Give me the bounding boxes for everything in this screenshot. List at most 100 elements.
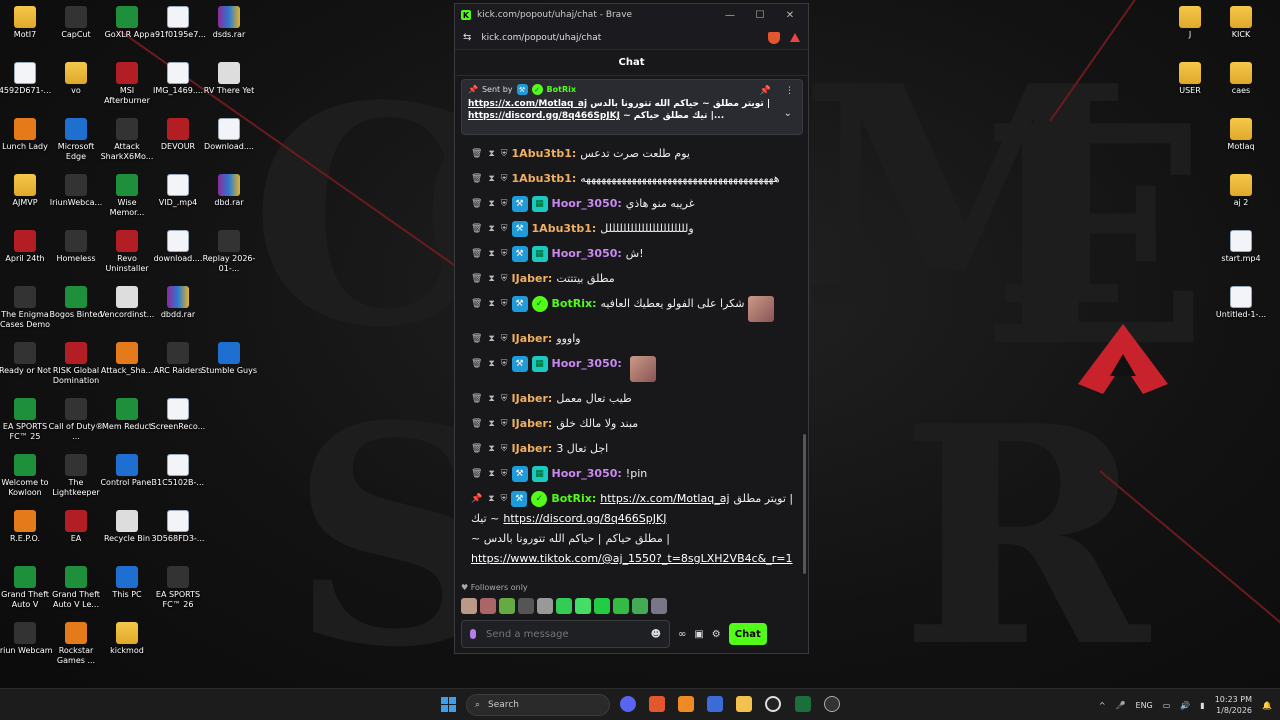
desktop-icon[interactable]: This PC <box>99 560 155 600</box>
desktop-icon[interactable]: USER <box>1162 56 1218 96</box>
timeout-icon[interactable]: ⧗ <box>488 271 494 287</box>
desktop-icon[interactable]: J <box>1162 0 1218 40</box>
ban-icon[interactable]: ⛨ <box>501 466 508 482</box>
desktop-icon[interactable]: Lunch Lady <box>0 112 53 152</box>
desktop-icon[interactable]: Untitled-1-... <box>1213 280 1269 320</box>
taskbar-search[interactable]: ⌕ Search <box>466 694 610 716</box>
chat-username[interactable]: IJaber: <box>512 441 553 457</box>
timeout-icon[interactable]: ⧗ <box>488 416 494 432</box>
trash-icon[interactable]: 🗑 <box>471 356 482 372</box>
desktop-icon[interactable]: 31C5102B-... <box>150 448 206 488</box>
desktop-icon[interactable]: AJMVP <box>0 168 53 208</box>
timeout-icon[interactable]: ⧗ <box>488 331 494 347</box>
desktop-icon[interactable]: MotI7 <box>0 0 53 40</box>
message-link-x[interactable]: https://x.com/Motlaq_aj <box>600 491 729 507</box>
chat-username[interactable]: BotRix: <box>551 491 596 507</box>
url-field[interactable]: kick.com/popout/uhaj/chat <box>481 33 758 43</box>
chat-username[interactable]: IJaber: <box>512 416 553 432</box>
brave-rewards-icon[interactable] <box>790 33 800 42</box>
desktop-icon[interactable]: EA <box>48 504 104 544</box>
desktop-icon[interactable]: Download.... <box>201 112 257 152</box>
desktop-icon[interactable]: download.... <box>150 224 206 264</box>
desktop-icon[interactable]: kickmod <box>99 616 155 656</box>
desktop-icon[interactable]: dbd.rar <box>201 168 257 208</box>
trash-icon[interactable]: 🗑 <box>471 221 482 237</box>
desktop-icon[interactable]: IMG_1469.... <box>150 56 206 96</box>
chat-scrollbar[interactable] <box>803 434 806 574</box>
timeout-icon[interactable]: ⧗ <box>488 196 494 212</box>
desktop-icon[interactable]: Grand Theft Auto V <box>0 560 53 610</box>
microphone-tray-icon[interactable]: 🎤 <box>1116 701 1126 710</box>
ban-icon[interactable]: ⛨ <box>501 171 508 187</box>
emote-icon[interactable] <box>537 598 553 614</box>
emote-icon[interactable] <box>499 598 515 614</box>
language-indicator[interactable]: ENG <box>1136 701 1153 710</box>
network-icon[interactable]: ▭ <box>1163 701 1171 710</box>
emote-icon[interactable] <box>651 598 667 614</box>
community-goals-icon[interactable]: ∞ <box>678 629 686 640</box>
chat-username[interactable]: 1Abu3tb1: <box>512 171 577 187</box>
goxlr-icon[interactable] <box>795 696 811 712</box>
trash-icon[interactable]: 🗑 <box>471 196 482 212</box>
more-options-icon[interactable]: ⋮ <box>785 86 794 96</box>
desktop-icon[interactable]: IriunWebca... <box>48 168 104 208</box>
desktop-icon[interactable]: vo <box>48 56 104 96</box>
volume-icon[interactable]: 🔊 <box>1180 701 1190 710</box>
chat-username[interactable]: Hoor_3050: <box>552 246 622 262</box>
ban-icon[interactable]: ⛨ <box>501 246 508 262</box>
timeout-icon[interactable]: ⧗ <box>488 246 494 262</box>
emote-icon[interactable] <box>556 598 572 614</box>
desktop-icon[interactable]: Microsoft Edge <box>48 112 104 162</box>
desktop-icon[interactable]: Wise Memor... <box>99 168 155 218</box>
ban-icon[interactable]: ⛨ <box>501 296 508 312</box>
desktop-icon[interactable]: ScreenReco... <box>150 392 206 432</box>
discord-icon[interactable] <box>620 696 636 712</box>
app-blue-icon[interactable] <box>707 696 723 712</box>
pinned-link-discord[interactable]: https://discord.gg/8q466SpJKJ <box>468 111 620 121</box>
desktop-icon[interactable]: R.E.P.O. <box>0 504 53 544</box>
desktop-icon[interactable]: EA SPORTS FC™ 26 <box>150 560 206 610</box>
maximize-button[interactable]: ☐ <box>748 10 772 21</box>
desktop-icon[interactable]: MSI Afterburner <box>99 56 155 106</box>
desktop-icon[interactable]: Homeless <box>48 224 104 264</box>
desktop-icon[interactable]: Grand Theft Auto V Le... <box>48 560 104 610</box>
trash-icon[interactable]: 🗑 <box>471 271 482 287</box>
desktop-icon[interactable]: a91f0195e7... <box>150 0 206 40</box>
ban-icon[interactable]: ⛨ <box>501 491 508 507</box>
brave-icon[interactable] <box>649 696 665 712</box>
ban-icon[interactable]: ⛨ <box>501 271 508 287</box>
send-chat-button[interactable]: Chat <box>728 623 767 645</box>
notification-icon[interactable]: 🔔 <box>1262 701 1272 710</box>
message-link-tiktok[interactable]: https://www.tiktok.com/@aj_1550?_t=8sgLX… <box>471 551 793 567</box>
chat-username[interactable]: 1Abu3tb1: <box>512 146 577 162</box>
timeout-icon[interactable]: ⧗ <box>488 466 494 482</box>
timeout-icon[interactable]: ⧗ <box>488 146 494 162</box>
desktop-icon[interactable]: 4592D671-... <box>0 56 53 96</box>
desktop-icon[interactable]: Mem Reduct <box>99 392 155 432</box>
desktop-icon[interactable]: April 24th <box>0 224 53 264</box>
emoji-icon[interactable]: ☻ <box>651 629 661 640</box>
ban-icon[interactable]: ⛨ <box>501 196 508 212</box>
desktop-icon[interactable]: Motlaq <box>1213 112 1269 152</box>
site-settings-icon[interactable]: ⇆ <box>463 32 471 43</box>
brave-shield-icon[interactable] <box>768 31 780 44</box>
ban-icon[interactable]: ⛨ <box>501 356 508 372</box>
desktop-icon[interactable]: Vencordinst... <box>99 280 155 320</box>
desktop-icon[interactable]: 3D568FD3-... <box>150 504 206 544</box>
gear-icon[interactable]: ⚙ <box>712 629 721 640</box>
trash-icon[interactable]: 🗑 <box>471 296 482 312</box>
trash-icon[interactable]: 🗑 <box>471 171 482 187</box>
desktop-icon[interactable]: DEVOUR <box>150 112 206 152</box>
timeout-icon[interactable]: ⧗ <box>488 171 494 187</box>
chat-username[interactable]: Hoor_3050: <box>552 356 622 372</box>
desktop-icon[interactable]: Bogos Binted <box>48 280 104 320</box>
desktop-icon[interactable]: Attack SharkX6Mo... <box>99 112 155 162</box>
trash-icon[interactable]: 🗑 <box>471 331 482 347</box>
message-input[interactable] <box>486 628 641 640</box>
trash-icon[interactable]: 🗑 <box>471 416 482 432</box>
timeout-icon[interactable]: ⧗ <box>488 296 494 312</box>
emote-icon[interactable] <box>613 598 629 614</box>
desktop-icon[interactable]: Replay 2026-01-... <box>201 224 257 274</box>
chat-username[interactable]: 1Abu3tb1: <box>532 221 597 237</box>
ban-icon[interactable]: ⛨ <box>501 221 508 237</box>
